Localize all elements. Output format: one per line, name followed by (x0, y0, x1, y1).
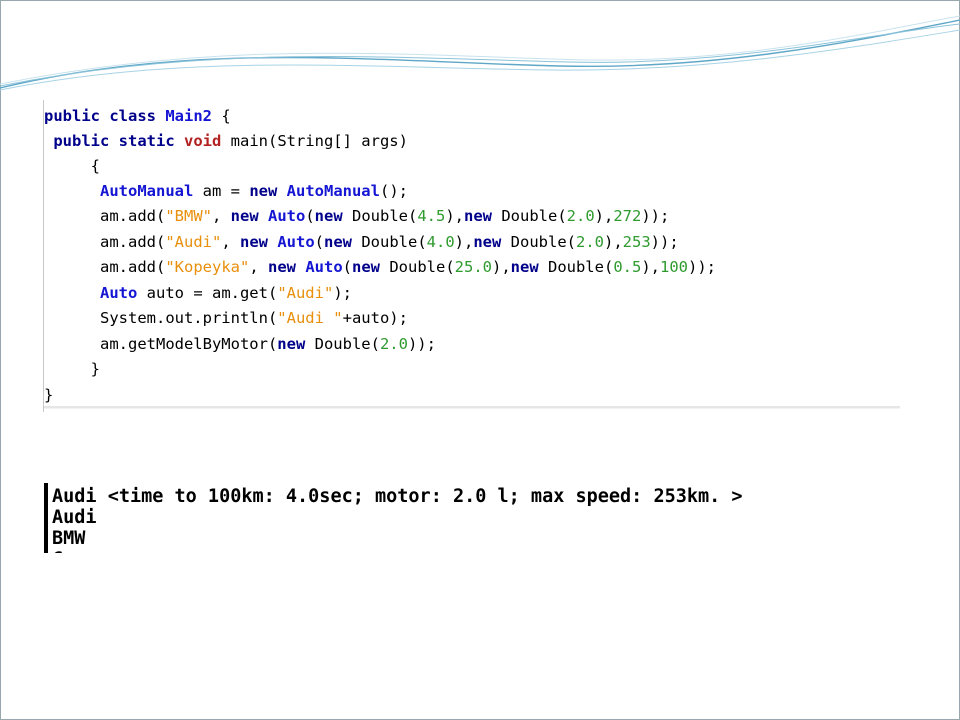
code-token: new (277, 335, 315, 353)
code-token: new (230, 207, 268, 225)
code-line: public static void main(String[] args) (44, 129, 408, 154)
code-token: Double( (314, 335, 380, 353)
code-token: )); (641, 207, 670, 225)
code-token: )); (650, 233, 679, 251)
console-line: Audi (52, 507, 97, 528)
code-token: am.getModelByMotor( (44, 335, 278, 353)
code-token: new (473, 233, 511, 251)
code-token: 25.0 (454, 258, 492, 276)
console-output-snippet: Audi <time to 100km: 4.0sec; motor: 2.0 … (44, 483, 914, 553)
code-token: new (464, 207, 502, 225)
code-token: 2.0 (566, 207, 595, 225)
code-token: +auto); (342, 309, 408, 327)
code-token: Auto (100, 284, 138, 302)
code-token: } (44, 386, 54, 404)
code-token: new (510, 258, 548, 276)
code-line: am.add("BMW", new Auto(new Double(4.5),n… (44, 204, 669, 229)
code-token: , (221, 233, 240, 251)
code-line: } (44, 357, 100, 382)
code-token: "Audi" (277, 284, 334, 302)
code-line: am.add("Kopeyka", new Auto(new Double(25… (44, 255, 716, 280)
code-token: 2.0 (575, 233, 604, 251)
code-line: Auto auto = am.get("Audi"); (44, 281, 352, 306)
code-token: void (183, 132, 231, 150)
code-token: auto = am.get( (137, 284, 278, 302)
code-token: Double( (547, 258, 614, 276)
code-token: new (314, 207, 352, 225)
code-token: Double( (510, 233, 576, 251)
console-line: C (52, 549, 63, 553)
code-token: public class (44, 107, 166, 125)
code-token: new (268, 258, 306, 276)
code-token: ); (333, 284, 352, 302)
code-token: new (324, 233, 362, 251)
console-line: Audi <time to 100km: 4.0sec; motor: 2.0 … (52, 486, 743, 507)
code-token: Double( (361, 233, 427, 251)
code-token: } (44, 360, 100, 378)
code-token: ), (594, 207, 614, 225)
code-token: )); (407, 335, 436, 353)
code-line: { (44, 154, 100, 179)
code-token: , (249, 258, 268, 276)
code-token: Double( (501, 207, 567, 225)
code-token: public static (44, 132, 184, 150)
code-token: new (352, 258, 390, 276)
code-editor-snippet: public class Main2 { public static void … (43, 100, 900, 412)
code-token: 4.0 (426, 233, 455, 251)
code-token: "BMW" (165, 207, 212, 225)
code-token: Auto (277, 233, 315, 251)
code-token: 100 (659, 258, 688, 276)
code-token: new (240, 233, 278, 251)
code-token: (); (379, 182, 408, 200)
console-line: BMW (52, 528, 86, 549)
code-token: "Audi" (165, 233, 222, 251)
code-token: AutoManual (100, 182, 194, 200)
code-line: am.add("Audi", new Auto(new Double(4.0),… (44, 230, 679, 255)
code-token: am.add( (44, 258, 166, 276)
code-token: "Kopeyka" (165, 258, 250, 276)
code-token: System.out.println( (44, 309, 278, 327)
code-token: ), (491, 258, 511, 276)
code-token: 0.5 (613, 258, 642, 276)
decorative-swoosh (0, 15, 960, 91)
console-left-border (44, 483, 48, 553)
code-line: } (44, 383, 53, 408)
code-token: "Audi " (277, 309, 343, 327)
code-token: am.add( (44, 233, 166, 251)
code-line: AutoManual am = new AutoManual(); (44, 179, 408, 204)
code-token: Main2 (165, 107, 212, 125)
code-token: { (44, 157, 100, 175)
code-line: System.out.println("Audi "+auto); (44, 306, 408, 331)
code-token: 2.0 (379, 335, 408, 353)
code-line: am.getModelByMotor(new Double(2.0)); (44, 332, 436, 357)
code-token: 253 (622, 233, 651, 251)
code-token: main(String[] args) (230, 132, 408, 150)
code-token: AutoManual (286, 182, 380, 200)
code-token: { (212, 107, 231, 125)
code-token: am.add( (44, 207, 166, 225)
code-token: Double( (389, 258, 455, 276)
code-token: ( (305, 207, 315, 225)
code-token: , (212, 207, 231, 225)
code-token: ), (641, 258, 660, 276)
code-token: ), (603, 233, 623, 251)
code-token: Auto (268, 207, 306, 225)
code-token: Auto (305, 258, 343, 276)
code-token: 272 (613, 207, 642, 225)
code-line: public class Main2 { (44, 104, 231, 129)
code-token: ( (342, 258, 352, 276)
code-token: new (249, 182, 287, 200)
code-token: ), (445, 207, 464, 225)
code-token: am = (193, 182, 250, 200)
code-token: ), (454, 233, 474, 251)
code-token: ( (314, 233, 324, 251)
code-token: )); (687, 258, 716, 276)
code-token: Double( (352, 207, 418, 225)
code-token: 4.5 (417, 207, 446, 225)
